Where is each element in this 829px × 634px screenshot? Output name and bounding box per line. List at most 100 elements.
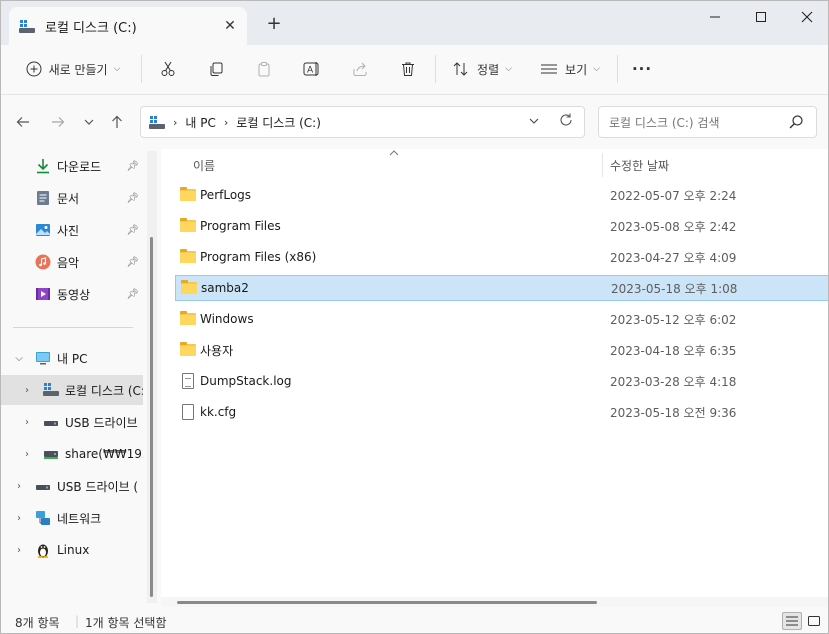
file-row-selected[interactable]: samba2 2023-05-18 오후 1:08 [175,275,828,301]
chevron-right-icon[interactable]: › [173,116,177,129]
address-dropdown-button[interactable] [528,115,540,130]
more-options-button[interactable]: ··· [629,53,655,85]
close-window-button[interactable] [784,1,828,33]
sidebar-item-usb-drive[interactable]: › USB 드라이브 [1,407,143,437]
drive-icon [43,382,59,398]
search-icon[interactable] [788,114,804,133]
minimize-button[interactable] [692,1,738,33]
recent-locations-button[interactable] [77,110,101,134]
arrow-right-icon [52,117,65,127]
sidebar-item-local-disk[interactable]: › 로컬 디스크 (C:) [1,375,143,405]
delete-button[interactable] [395,53,421,85]
copy-button[interactable] [203,53,229,85]
horizontal-scrollbar[interactable] [161,597,828,607]
search-placeholder: 로컬 디스크 (C:) 검색 [609,115,720,130]
sidebar-item-downloads[interactable]: 다운로드 📌︎ [1,151,143,181]
sidebar-item-documents[interactable]: 문서 📌︎ [1,183,143,213]
network-drive-icon [43,446,59,462]
sidebar-item-label: share(₩₩192. [65,447,143,461]
trash-icon [402,62,414,76]
chevron-right-icon[interactable]: › [13,513,25,524]
pin-icon[interactable]: 📌︎ [126,257,139,268]
chevron-right-icon[interactable]: › [21,449,33,460]
share-icon [353,62,367,76]
scrollbar-thumb[interactable] [177,601,597,604]
breadcrumb-local-disk[interactable]: 로컬 디스크 (C:) [236,114,321,131]
details-view-button[interactable] [782,612,802,630]
music-icon [35,254,51,270]
pc-icon [35,350,51,366]
details-view-icon [786,616,798,626]
file-date: 2023-04-27 오후 4:09 [610,250,737,265]
maximize-button[interactable] [738,1,784,33]
sidebar-item-share[interactable]: › share(₩₩192. [1,439,143,469]
chevron-down-icon[interactable]: ⌵ [13,353,25,364]
column-header-name[interactable]: 이름 [193,153,593,177]
back-button[interactable] [11,110,35,134]
folder-icon [181,280,197,295]
sidebar-item-label: 다운로드 [57,159,102,174]
new-button[interactable]: 새로 만들기 ⌵ [15,53,131,85]
forward-button[interactable] [46,110,70,134]
scrollbar-thumb[interactable] [150,237,153,597]
pin-icon[interactable]: 📌︎ [126,161,139,172]
chevron-right-icon[interactable]: › [21,417,33,428]
sidebar-scrollbar[interactable] [147,151,157,603]
sidebar-item-linux[interactable]: › Linux [1,535,143,565]
column-header-modified[interactable]: 수정한 날짜 [610,153,810,177]
sidebar-item-label: 문서 [57,191,80,206]
sidebar-divider [13,327,133,328]
copy-icon [210,62,223,76]
usb-drive-icon [43,414,59,430]
file-row[interactable]: Program Files 2023-05-08 오후 2:42 [175,213,828,239]
sort-button[interactable]: 정렬 ⌵ [447,53,517,85]
file-row[interactable]: PerfLogs 2022-05-07 오후 2:24 [175,182,828,208]
pin-icon[interactable]: 📌︎ [126,193,139,204]
sidebar-item-music[interactable]: 음악 📌︎ [1,247,143,277]
arrow-left-icon [16,117,29,127]
sidebar-item-label: 내 PC [57,351,88,366]
tab-local-disk[interactable]: 로컬 디스크 (C:) ✕ [9,7,247,45]
chevron-right-icon[interactable]: › [13,545,25,556]
chevron-right-icon[interactable]: › [13,481,25,492]
sidebar-item-this-pc[interactable]: ⌵ 내 PC [1,343,143,373]
file-row[interactable]: Program Files (x86) 2023-04-27 오후 4:09 [175,244,828,270]
pin-icon[interactable]: 📌︎ [126,289,139,300]
column-divider[interactable] [602,153,603,177]
sidebar-item-usb-drive-2[interactable]: › USB 드라이브 ( [1,471,143,501]
share-button[interactable] [347,53,373,85]
scissors-icon [161,61,175,76]
file-row[interactable]: DumpStack.log 2023-03-28 오후 4:18 [175,368,828,394]
plus-circle-icon [26,61,42,77]
file-icon [180,404,196,420]
view-button[interactable]: 보기 ⌵ [535,53,605,85]
sidebar-item-label: 네트워크 [57,511,102,526]
file-name: kk.cfg [200,405,237,419]
tab-close-icon[interactable]: ✕ [217,18,243,34]
usb-drive-icon [35,478,51,494]
sidebar-item-network[interactable]: › 네트워크 [1,503,143,533]
chevron-right-icon[interactable]: › [21,385,33,396]
sidebar-item-label: 동영상 [57,287,91,302]
file-row[interactable]: Windows 2023-05-12 오후 6:02 [175,306,828,332]
paste-button[interactable] [251,53,277,85]
up-button[interactable] [105,110,129,134]
new-tab-button[interactable]: + [263,13,285,35]
file-list: 이름 수정한 날짜 PerfLogs 2022-05-07 오후 2:24 Pr… [161,149,828,607]
search-box[interactable]: 로컬 디스크 (C:) 검색 [598,106,817,138]
address-bar[interactable]: › 내 PC › 로컬 디스크 (C:) [140,106,585,138]
tiles-view-button[interactable] [804,612,824,630]
pin-icon[interactable]: 📌︎ [126,225,139,236]
rename-button[interactable]: A [299,53,325,85]
cut-button[interactable] [155,53,181,85]
file-row[interactable]: 사용자 2023-04-18 오후 6:35 [175,337,828,363]
file-name: Windows [200,312,254,326]
file-row[interactable]: kk.cfg 2023-05-18 오전 9:36 [175,399,828,425]
file-name: 사용자 [200,343,234,358]
refresh-button[interactable] [558,112,574,132]
breadcrumb-this-pc[interactable]: 내 PC [185,114,215,131]
sort-icon [453,62,468,76]
chevron-right-icon[interactable]: › [224,116,228,129]
sidebar-item-pictures[interactable]: 사진 📌︎ [1,215,143,245]
sidebar-item-videos[interactable]: 동영상 📌︎ [1,279,143,309]
